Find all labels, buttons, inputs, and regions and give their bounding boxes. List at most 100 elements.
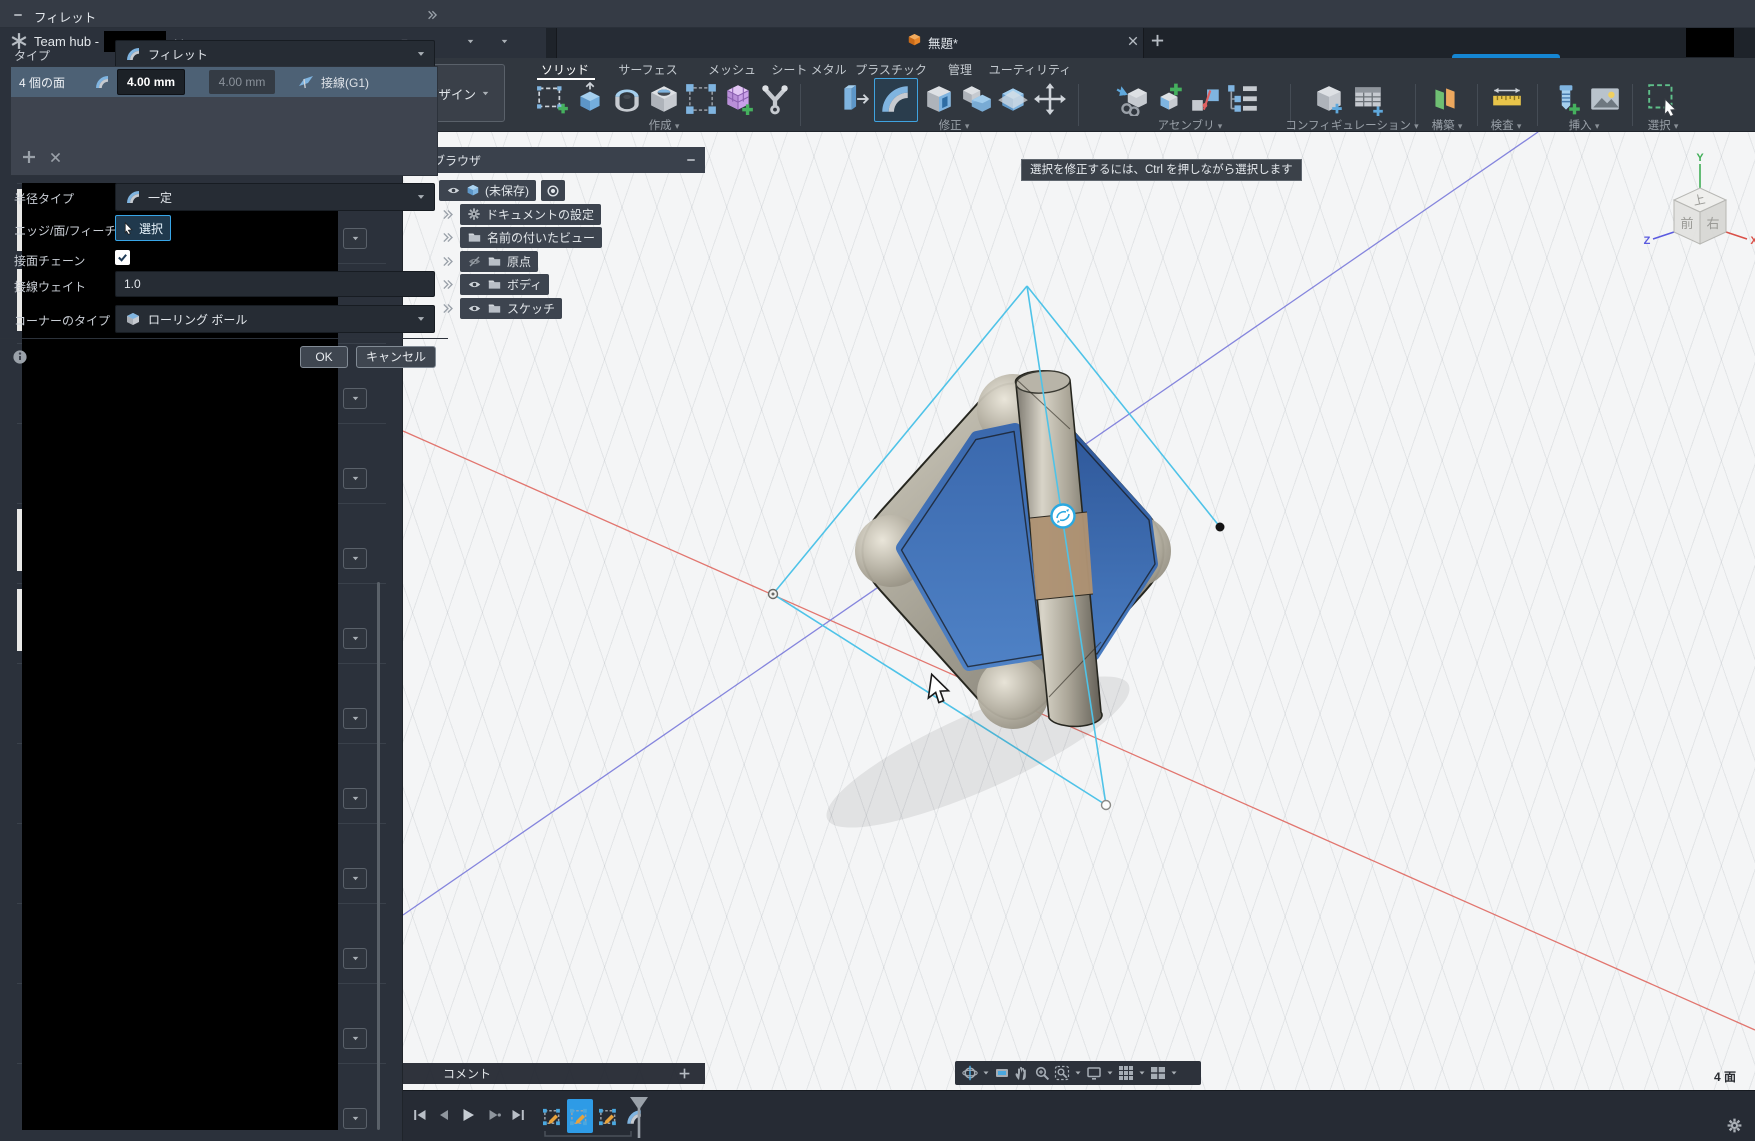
insert-canvas-icon[interactable]	[1588, 82, 1622, 116]
orbit-caret-icon[interactable]	[982, 1069, 990, 1077]
bom-icon[interactable]	[1226, 82, 1260, 116]
timeline-step-back-icon[interactable]	[436, 1107, 452, 1123]
remove-selection-icon[interactable]	[49, 151, 62, 164]
timeline-step-forward-icon[interactable]	[486, 1107, 502, 1123]
env-tab-plastic[interactable]: プラスチック	[855, 61, 927, 78]
combine-icon[interactable]	[959, 82, 993, 116]
item-actions-dropdown[interactable]	[343, 388, 367, 409]
manipulator-handle[interactable]	[1052, 505, 1075, 528]
expand-icon[interactable]	[441, 231, 454, 244]
item-actions-dropdown[interactable]	[343, 628, 367, 649]
tab-close-icon[interactable]	[1127, 35, 1139, 47]
add-selection-icon[interactable]	[21, 149, 37, 165]
fillet-faces-row[interactable]: 4 個の面 4.00 mm 4.00 mm 接線(G1)	[11, 67, 437, 97]
comments-panel[interactable]: コメント	[403, 1063, 705, 1084]
browser-panel-header[interactable]: ブラウザ	[405, 147, 705, 173]
panel-scrollbar[interactable]	[377, 582, 380, 1130]
display-settings-icon[interactable]	[1086, 1065, 1102, 1081]
configuration-table-icon[interactable]	[1352, 82, 1386, 116]
viewports-icon[interactable]	[1150, 1065, 1166, 1081]
timeline-feature-sketch2[interactable]	[570, 1104, 590, 1130]
pattern-icon[interactable]	[684, 82, 718, 116]
viewports-caret-icon[interactable]	[1170, 1069, 1178, 1077]
env-tab-surface[interactable]: サーフェス	[618, 61, 677, 78]
item-actions-dropdown[interactable]	[343, 868, 367, 889]
display-caret-icon[interactable]	[1106, 1069, 1114, 1077]
browser-row-origin[interactable]: 原点	[441, 251, 538, 272]
radius-type-dropdown[interactable]: 一定	[115, 183, 435, 211]
timeline-feature-sketch1[interactable]	[543, 1104, 563, 1130]
model-body[interactable]	[855, 369, 1171, 729]
redo-caret-icon[interactable]	[500, 37, 509, 46]
configuration-icon[interactable]	[1312, 82, 1346, 116]
timeline-play-icon[interactable]	[460, 1107, 476, 1123]
env-tab-utilities[interactable]: ユーティリティ	[989, 61, 1072, 78]
active-doc-radio-icon[interactable]	[546, 184, 560, 198]
shell-icon[interactable]	[922, 82, 956, 116]
document-tab[interactable]: 無題*	[556, 24, 1144, 58]
ok-button[interactable]: OK	[300, 346, 348, 368]
info-icon[interactable]	[12, 349, 28, 365]
expand-icon[interactable]	[441, 278, 454, 291]
timeline-settings-icon[interactable]	[1726, 1117, 1743, 1134]
insert-fastener-icon[interactable]	[1549, 82, 1583, 116]
eye-icon[interactable]	[446, 184, 461, 197]
browser-row-document[interactable]: (未保存)	[418, 180, 565, 201]
eye-icon[interactable]	[467, 278, 482, 291]
item-actions-dropdown[interactable]	[343, 468, 367, 489]
eye-icon[interactable]	[467, 302, 482, 315]
grid-settings-icon[interactable]	[1118, 1065, 1134, 1081]
hole-icon[interactable]	[647, 82, 681, 116]
browser-row-named-views[interactable]: 名前の付いたビュー	[441, 227, 602, 248]
select-tool-icon[interactable]	[1646, 82, 1680, 116]
radius-input[interactable]: 4.00 mm	[117, 69, 185, 95]
env-tab-solid[interactable]: ソリッド	[541, 61, 589, 78]
add-comment-icon[interactable]	[678, 1067, 691, 1080]
look-at-icon[interactable]	[994, 1065, 1010, 1081]
create-mesh-icon[interactable]	[721, 82, 755, 116]
timeline-scrubber[interactable]	[628, 1096, 650, 1138]
edge-select-button[interactable]: 選択	[115, 215, 171, 241]
item-actions-dropdown[interactable]	[343, 548, 367, 569]
item-actions-dropdown[interactable]	[343, 1108, 367, 1129]
corner-type-dropdown[interactable]: ローリング ボール	[115, 305, 435, 333]
item-actions-dropdown[interactable]	[343, 788, 367, 809]
expand-icon[interactable]	[441, 208, 454, 221]
split-body-icon[interactable]	[996, 82, 1030, 116]
joint-icon[interactable]	[1189, 82, 1223, 116]
avatar[interactable]	[1686, 27, 1734, 57]
browser-minimize-icon[interactable]	[685, 154, 697, 166]
item-actions-dropdown[interactable]	[343, 708, 367, 729]
type-dropdown[interactable]: フィレット	[115, 40, 435, 68]
eye-off-icon[interactable]	[467, 255, 482, 268]
view-cube[interactable]: Y X Z 上 前 右	[1644, 152, 1755, 247]
dialog-collapse-icon[interactable]	[12, 9, 24, 21]
revolve-icon[interactable]	[610, 82, 644, 116]
viewport-canvas[interactable]: Y X Z 上 前 右 ブラウザ (未保存)	[403, 132, 1755, 1093]
new-tab-icon[interactable]	[1150, 33, 1165, 48]
weight-input[interactable]: 1.0	[115, 271, 435, 297]
create-sketch-icon[interactable]	[536, 82, 570, 116]
expand-icon[interactable]	[441, 255, 454, 268]
flange-icon[interactable]	[758, 82, 792, 116]
item-actions-dropdown[interactable]	[343, 948, 367, 969]
tangent-value[interactable]: 接線(G1)	[321, 74, 369, 91]
undo-caret-icon[interactable]	[466, 37, 475, 46]
timeline-go-start-icon[interactable]	[412, 1107, 428, 1123]
orbit-icon[interactable]	[962, 1065, 978, 1081]
dialog-header[interactable]: フィレット	[0, 0, 1755, 28]
move-copy-icon[interactable]	[1033, 82, 1067, 116]
construct-plane-icon[interactable]	[1428, 82, 1462, 116]
new-component-icon[interactable]	[1152, 82, 1186, 116]
browser-row-settings[interactable]: ドキュメントの設定	[441, 204, 601, 225]
timeline-feature-sketch3[interactable]	[599, 1104, 619, 1130]
fillet-tool-icon[interactable]	[878, 82, 912, 116]
chain-checkbox[interactable]	[115, 250, 130, 265]
sketch-point-bottom[interactable]	[1102, 801, 1111, 810]
browser-row-sketches[interactable]: スケッチ	[441, 298, 562, 319]
env-tab-manage[interactable]: 管理	[948, 61, 972, 78]
timeline-go-end-icon[interactable]	[510, 1107, 526, 1123]
env-tab-mesh[interactable]: メッシュ	[708, 61, 756, 78]
fit-caret-icon[interactable]	[1074, 1069, 1082, 1077]
derive-icon[interactable]	[1115, 82, 1149, 116]
